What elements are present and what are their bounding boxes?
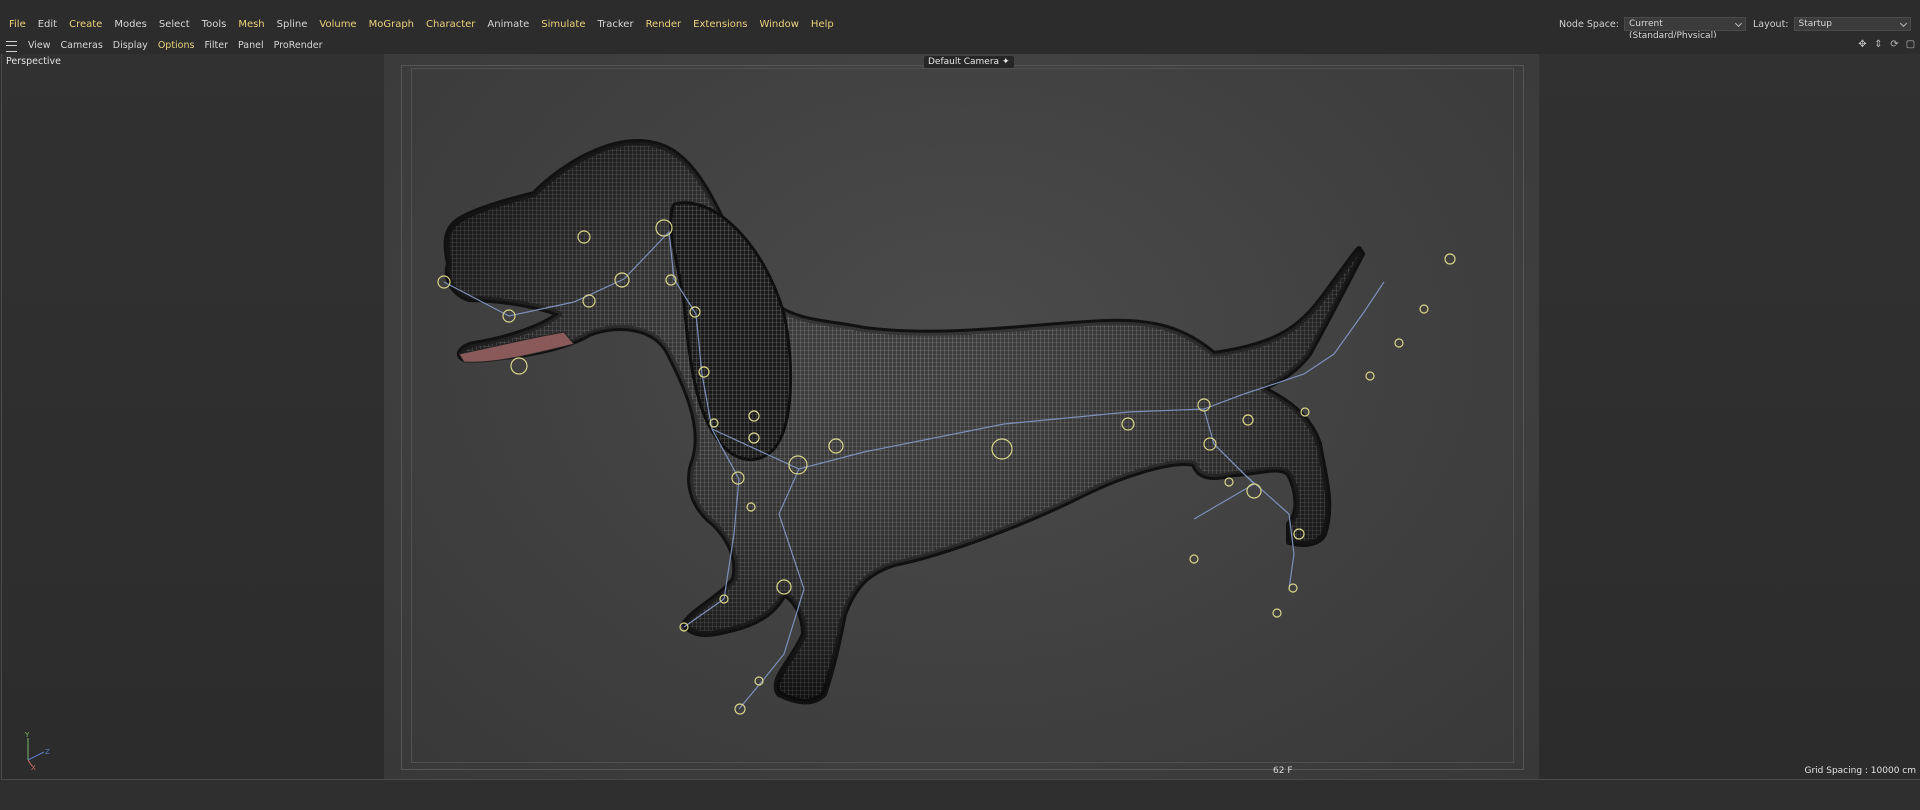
viewport-left-overlay bbox=[2, 54, 384, 779]
menu-tools[interactable]: Tools bbox=[199, 18, 230, 32]
viewport-toolbar: View Cameras Display Options Filter Panel ProR… bbox=[0, 38, 1920, 54]
main-menu: File Edit Create Modes Select Tools Mesh Spline… bbox=[0, 18, 837, 32]
menu-mograph[interactable]: MoGraph bbox=[366, 18, 417, 32]
pan-view-icon[interactable]: ⇕ bbox=[1873, 39, 1884, 50]
menu-tracker[interactable]: Tracker bbox=[594, 18, 636, 32]
dog-body bbox=[443, 139, 1365, 705]
viewport-nav-icons: ✥ ⇕ ⟳ ▢ bbox=[1857, 39, 1916, 50]
dachshund-mesh[interactable] bbox=[384, 54, 1539, 779]
menu-window[interactable]: Window bbox=[756, 18, 801, 32]
viewport-menu-cameras[interactable]: Cameras bbox=[61, 39, 103, 53]
menu-character[interactable]: Character bbox=[423, 18, 478, 32]
axis-gizmo-icon: Y Z X bbox=[24, 731, 50, 770]
menu-simulate[interactable]: Simulate bbox=[538, 18, 588, 32]
menu-create[interactable]: Create bbox=[66, 18, 105, 32]
menu-extensions[interactable]: Extensions bbox=[690, 18, 750, 32]
viewport-menu-filter[interactable]: Filter bbox=[204, 39, 228, 53]
menu-help[interactable]: Help bbox=[808, 18, 837, 32]
projection-label: Perspective bbox=[6, 56, 62, 67]
grid-spacing-label: Grid Spacing : 10000 cm bbox=[1804, 766, 1916, 776]
menu-file[interactable]: File bbox=[6, 18, 29, 32]
viewport-menu: View Cameras Display Options Filter Panel ProR… bbox=[0, 39, 328, 53]
camera-icon: ✦ bbox=[1001, 57, 1010, 67]
viewport-menu-panel[interactable]: Panel bbox=[238, 39, 264, 53]
status-bar bbox=[0, 780, 1920, 810]
axis-x-label: X bbox=[31, 764, 36, 770]
axis-y-label: Y bbox=[24, 731, 30, 739]
current-frame-label: 62 F bbox=[1273, 766, 1293, 776]
active-camera-label[interactable]: Default Camera ✦ bbox=[924, 56, 1014, 68]
menu-select[interactable]: Select bbox=[156, 18, 193, 32]
viewport-perspective[interactable]: Perspective Default Camera ✦ 62 F Grid S… bbox=[1, 54, 1920, 780]
move-view-icon[interactable]: ✥ bbox=[1857, 39, 1868, 50]
maximize-view-icon[interactable]: ▢ bbox=[1905, 39, 1916, 50]
layout-control: Layout: Startup bbox=[1753, 17, 1911, 31]
menu-animate[interactable]: Animate bbox=[484, 18, 532, 32]
node-space-control: Node Space: Current (Standard/Physical) bbox=[1559, 17, 1746, 41]
viewport-menu-display[interactable]: Display bbox=[113, 39, 148, 53]
viewport-menu-view[interactable]: View bbox=[28, 39, 51, 53]
camera-name: Default Camera bbox=[928, 57, 1000, 67]
menu-render[interactable]: Render bbox=[643, 18, 685, 32]
hamburger-menu-icon[interactable] bbox=[6, 40, 17, 52]
rotate-view-icon[interactable]: ⟳ bbox=[1889, 39, 1900, 50]
menu-edit[interactable]: Edit bbox=[35, 18, 60, 32]
layout-label: Layout: bbox=[1753, 18, 1789, 30]
axis-z-label: Z bbox=[45, 748, 50, 756]
menu-modes[interactable]: Modes bbox=[111, 18, 149, 32]
layout-dropdown[interactable]: Startup bbox=[1793, 17, 1911, 31]
viewport-menu-options[interactable]: Options bbox=[158, 39, 195, 53]
menu-volume[interactable]: Volume bbox=[316, 18, 359, 32]
menu-spline[interactable]: Spline bbox=[274, 18, 311, 32]
node-space-label: Node Space: bbox=[1559, 18, 1619, 30]
viewport-right-overlay bbox=[1539, 54, 1920, 779]
viewport-menu-prorender[interactable]: ProRender bbox=[274, 39, 323, 53]
node-space-dropdown[interactable]: Current (Standard/Physical) bbox=[1623, 17, 1746, 41]
menu-mesh[interactable]: Mesh bbox=[235, 18, 267, 32]
